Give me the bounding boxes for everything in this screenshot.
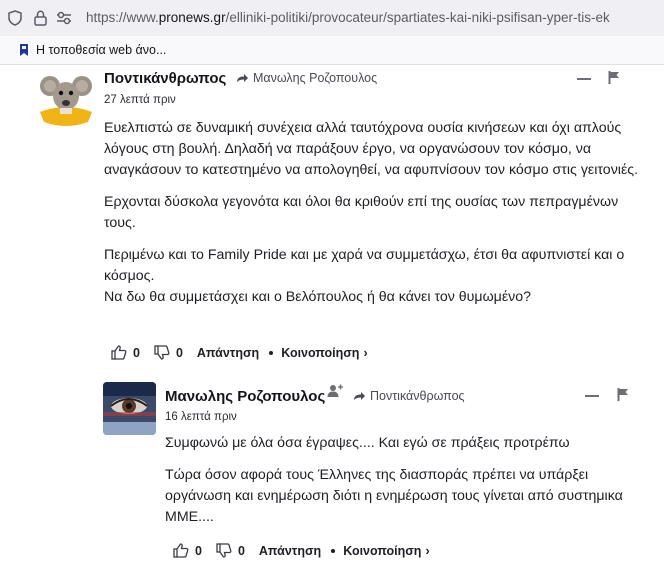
share-button[interactable]: Κοινοποίηση › [281,346,367,360]
thumbs-up-icon [173,543,189,558]
share-button[interactable]: Κοινοποίηση › [343,544,429,558]
comment-author[interactable]: Ποντικάνθρωπος [104,70,226,87]
separator-dot [331,548,336,553]
flag-icon[interactable] [608,71,620,89]
chevron-right-icon: › [425,543,430,558]
thumbs-down-icon [154,345,170,360]
avatar[interactable] [103,382,156,435]
reply-arrow-icon [354,391,365,400]
dislike-count: 0 [175,345,183,360]
bookmark-label: Η τοποθεσία web άνο... [36,43,167,57]
comment-author[interactable]: Μανωλης Ροζοπουλος [165,388,325,405]
reply-button[interactable]: Απάντηση [259,544,321,558]
comment-actions: 0 0 Απάντηση Κοινοποίηση › [173,543,430,558]
url-path: /elliniki-politiki/provocateur/spartiate… [225,10,610,25]
bookmark-item[interactable]: Η τοποθεσία web άνο... [18,43,166,57]
comment-paragraph: Τώρα όσον αφορά τους Έλληνες της διασπορ… [165,467,623,525]
comment-paragraph: Περιμένω και το Family Pride και με χαρά… [104,247,625,305]
reply-arrow-icon [237,73,248,82]
chevron-right-icon: › [363,345,368,360]
like-count: 0 [133,345,140,360]
lock-icon[interactable] [31,9,49,27]
url-bar: https://www.pronews.gr/elliniki-politiki… [0,0,664,36]
share-label: Κοινοποίηση [281,345,360,360]
bookmark-favicon [18,43,30,57]
shield-icon[interactable] [6,9,24,27]
avatar[interactable] [38,72,94,128]
collapse-icon[interactable] [585,395,599,397]
reply-to[interactable]: Μανωλης Ροζοπουλος [236,71,377,85]
dislike-button[interactable]: 0 [216,543,245,558]
reply-to-name: Ποντικάνθρωπος [370,389,465,403]
like-count: 0 [195,543,202,558]
collapse-icon[interactable] [577,78,591,80]
share-label: Κοινοποίηση [343,543,422,558]
separator-dot [269,350,274,355]
comment-body: Ευελπιστώ σε δυναμική συνέχεια αλλά ταυτ… [104,118,644,308]
comment-body: Συμφωνώ με όλα όσα έγραψες.... Και εγώ σ… [165,433,635,528]
follow-user-icon[interactable] [327,384,344,403]
reply-to[interactable]: Ποντικάνθρωπος [353,389,465,403]
reply-button[interactable]: Απάντηση [197,346,259,360]
url-prefix: https://www. [86,10,159,25]
dislike-button[interactable]: 0 [154,345,183,360]
comment-paragraph: Συμφωνώ με όλα όσα έγραψες.... Και εγώ σ… [165,435,570,451]
permissions-icon[interactable] [55,9,73,27]
thumbs-up-icon [111,345,127,360]
flag-icon[interactable] [617,388,629,406]
url-host: pronews.gr [158,10,226,25]
comment-time[interactable]: 27 λεπτά πριν [104,94,176,106]
comment-actions: 0 0 Απάντηση Κοινοποίηση › [111,345,368,360]
comment-paragraph: Ευελπιστώ σε δυναμική συνέχεια αλλά ταυτ… [104,120,639,178]
url-text[interactable]: https://www.pronews.gr/elliniki-politiki… [86,10,664,25]
dislike-count: 0 [237,543,245,558]
like-button[interactable]: 0 [111,345,140,360]
bookmarks-bar: Η τοποθεσία web άνο... [0,36,664,65]
comment-paragraph: Ερχονται δύσκολα γεγονότα και όλοι θα κρ… [104,194,619,231]
comment-time[interactable]: 16 λεπτά πριν [165,411,237,423]
thumbs-down-icon [216,543,232,558]
like-button[interactable]: 0 [173,543,202,558]
reply-to-name: Μανωλης Ροζοπουλος [253,71,378,85]
